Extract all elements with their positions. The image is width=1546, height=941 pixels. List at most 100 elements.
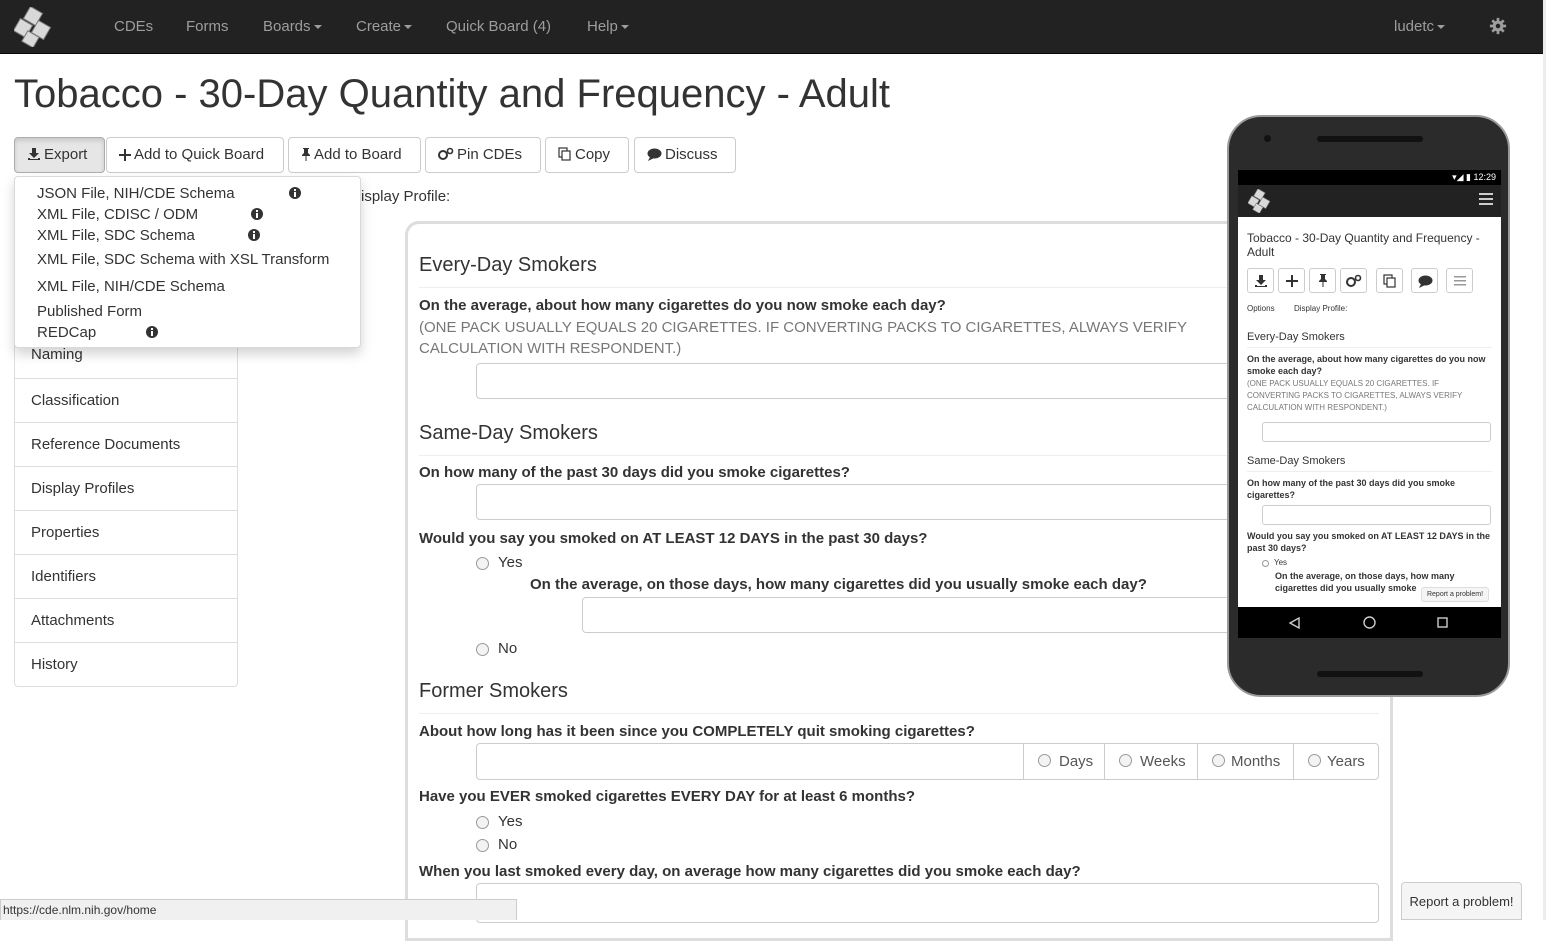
mobile-question-instructions: (ONE PACK USUALLY EQUALS 20 CIGARETTES. … [1247,379,1463,412]
gear-icon[interactable] [1489,17,1507,35]
sidebar-item-classification[interactable]: Classification [15,378,237,422]
mobile-radio-yes[interactable] [1262,560,1269,567]
export-redcap[interactable]: REDCap [37,324,96,341]
mobile-options-label[interactable]: Options [1247,304,1275,313]
radio-no[interactable] [476,643,489,656]
mobile-more-button[interactable] [1446,268,1473,293]
mobile-add-board-button[interactable] [1309,268,1336,293]
copy-button[interactable]: Copy [545,137,629,173]
info-icon[interactable] [289,187,301,199]
question-label: About how long has it been since you COM… [419,723,975,740]
sidebar-item-display-profiles[interactable]: Display Profiles [15,466,237,510]
nav-user-menu[interactable]: ludetc [1394,0,1446,54]
mobile-radio-label-yes: Yes [1274,558,1288,567]
download-icon [28,148,40,160]
download-icon [1255,275,1267,287]
question-label: Would you say you smoked on AT LEAST 12 … [419,530,928,547]
export-xml-sdc[interactable]: XML File, SDC Schema [37,227,195,244]
recent-apps-icon[interactable] [1437,617,1448,628]
display-profile-label: isplay Profile: [361,188,451,205]
usual-cigarettes-input[interactable] [582,597,1236,633]
gears-icon [1346,274,1362,287]
sidebar-item-reference-documents[interactable]: Reference Documents [15,422,237,466]
radio-weeks[interactable] [1119,754,1132,767]
back-icon[interactable] [1289,617,1300,629]
nav-forms[interactable]: Forms [186,0,229,54]
mobile-export-button[interactable] [1247,268,1274,293]
radio-days[interactable] [1038,754,1051,767]
add-to-board-button[interactable]: Add to Board [288,137,421,173]
unit-option-months[interactable]: Months [1197,743,1294,780]
battery-signal-icon: ▾◢ ▮ [1452,172,1474,182]
sidebar-item-identifiers[interactable]: Identifiers [15,554,237,598]
radio-yes[interactable] [476,816,489,829]
sidebar-item-properties[interactable]: Properties [15,510,237,554]
chevron-down-icon [404,25,413,30]
unit-option-days[interactable]: Days [1023,743,1105,780]
export-xml-sdc-xsl[interactable]: XML File, SDC Schema with XSL Transform [37,251,329,268]
last-daily-cigarettes-input[interactable] [476,883,1379,923]
export-published-form[interactable]: Published Form [37,303,142,320]
add-to-board-label: Add to Board [314,146,402,163]
nav-quick-board[interactable]: Quick Board (4) [446,0,551,54]
mobile-report-problem-button[interactable]: Report a problem! [1421,587,1489,602]
mobile-navbar [1238,185,1501,217]
radio-years[interactable] [1308,754,1321,767]
radio-no[interactable] [476,839,489,852]
export-xml-cdisc-odm[interactable]: XML File, CDISC / ODM [37,206,198,223]
add-to-quick-board-button[interactable]: Add to Quick Board [106,137,284,173]
mobile-display-profile-label: Display Profile: [1294,304,1348,313]
discuss-label: Discuss [665,146,718,163]
mobile-cigarettes-input[interactable] [1262,422,1491,442]
unit-label: Weeks [1140,753,1186,770]
radio-label-yes: Yes [498,554,523,571]
mobile-days-input[interactable] [1262,505,1491,525]
radio-label-no: No [498,640,518,657]
quit-duration-input[interactable] [476,743,1024,780]
plus-icon [1286,275,1298,287]
info-icon[interactable] [248,229,260,241]
cigarettes-per-day-input[interactable] [476,363,1236,399]
pin-icon [1319,274,1327,287]
question-label: On the average, on those days, how many … [530,576,1147,593]
info-icon[interactable] [251,208,263,220]
list-icon [1454,276,1466,286]
pin-cdes-button[interactable]: Pin CDEs [425,137,541,173]
nav-create[interactable]: Create [356,0,413,54]
app-logo-icon[interactable] [14,7,54,47]
comment-icon [647,148,662,161]
nav-boards-label: Boards [263,18,311,35]
nav-boards[interactable]: Boards [263,0,322,54]
nav-help[interactable]: Help [587,0,629,54]
radio-months[interactable] [1212,754,1225,767]
question-label: When you last smoked every day, on avera… [419,863,1081,880]
mobile-pin-cdes-button[interactable] [1340,268,1367,293]
export-json-nihcde[interactable]: JSON File, NIH/CDE Schema [37,185,235,202]
question-label: On how many of the past 30 days did you … [419,464,850,481]
hamburger-menu-icon[interactable] [1479,193,1493,205]
report-problem-button[interactable]: Report a problem! [1401,882,1522,920]
sidebar-item-history[interactable]: History [15,642,237,686]
mobile-screen: ▾◢ ▮ 12:29 Tobacco - 30-Day Quantity and… [1238,170,1501,638]
radio-yes[interactable] [476,557,489,570]
export-button[interactable]: Export [14,137,105,173]
unit-label: Months [1231,753,1281,770]
copy-label: Copy [575,146,611,163]
add-to-quick-board-label: Add to Quick Board [134,146,265,163]
app-logo-icon[interactable] [1248,189,1272,213]
days-smoked-input[interactable] [476,484,1236,520]
unit-option-weeks[interactable]: Weeks [1104,743,1198,780]
home-icon[interactable] [1363,616,1376,629]
nav-help-label: Help [587,18,618,35]
sidebar-item-attachments[interactable]: Attachments [15,598,237,642]
export-xml-nihcde[interactable]: XML File, NIH/CDE Schema [37,278,225,295]
mobile-copy-button[interactable] [1376,268,1403,293]
nav-create-label: Create [356,18,402,35]
nav-cdes[interactable]: CDEs [114,0,153,54]
discuss-button[interactable]: Discuss [634,137,736,173]
copy-icon [1383,274,1396,288]
mobile-discuss-button[interactable] [1411,268,1438,293]
unit-option-years[interactable]: Years [1293,743,1379,780]
mobile-add-quick-board-button[interactable] [1278,268,1305,293]
info-icon[interactable] [146,326,158,338]
